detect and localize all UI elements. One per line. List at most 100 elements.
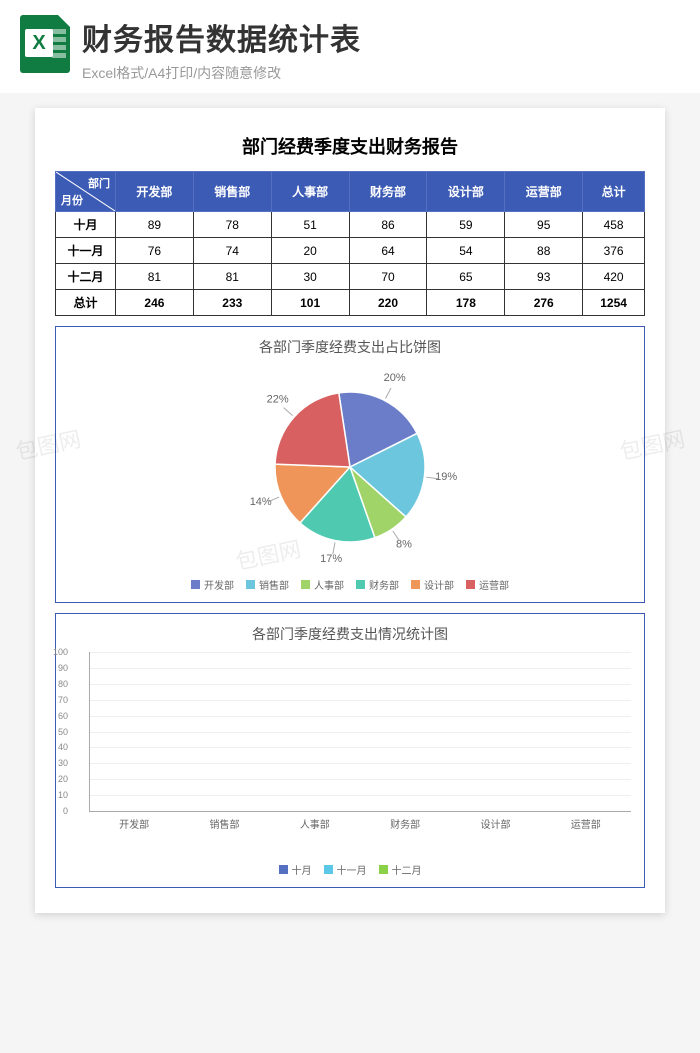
legend-label: 十二月	[392, 862, 422, 877]
table-row: 总计2462331012201782761254	[56, 290, 645, 316]
y-tick: 70	[58, 695, 68, 705]
pie-chart: 20%19%8%17%14%22%	[220, 367, 480, 567]
legend-item: 开发部	[191, 577, 234, 592]
table-row: 十二月818130706593420	[56, 264, 645, 290]
bar-legend: 十月 十一月 十二月	[64, 862, 636, 877]
cell: 89	[116, 212, 194, 238]
legend-label: 运营部	[479, 577, 509, 592]
col-header: 运营部	[505, 172, 583, 212]
cell: 81	[116, 264, 194, 290]
document-page: 部门经费季度支出财务报告 部门 月份 开发部 销售部 人事部 财务部 设计部 运…	[35, 108, 665, 913]
cell: 70	[349, 264, 427, 290]
x-label: 销售部	[179, 816, 269, 831]
cell: 95	[505, 212, 583, 238]
col-header: 财务部	[349, 172, 427, 212]
pie-legend: 开发部 销售部 人事部 财务部 设计部 运营部	[64, 577, 636, 592]
legend-label: 十月	[292, 862, 312, 877]
x-label: 设计部	[450, 816, 540, 831]
y-tick: 60	[58, 711, 68, 721]
legend-swatch	[379, 865, 388, 874]
cell: 81	[193, 264, 271, 290]
cell: 54	[427, 238, 505, 264]
row-header: 总计	[56, 290, 116, 316]
cell: 1254	[583, 290, 645, 316]
cell: 458	[583, 212, 645, 238]
cell: 88	[505, 238, 583, 264]
table-row: 十一月767420645488376	[56, 238, 645, 264]
y-tick: 90	[58, 663, 68, 673]
data-table: 部门 月份 开发部 销售部 人事部 财务部 设计部 运营部 总计 十月89785…	[55, 171, 645, 316]
cell: 30	[271, 264, 349, 290]
cell: 101	[271, 290, 349, 316]
legend-swatch	[301, 580, 310, 589]
legend-swatch	[246, 580, 255, 589]
template-subtitle: Excel格式/A4打印/内容随意修改	[82, 63, 361, 83]
pie-label: 19%	[435, 471, 457, 483]
legend-item: 财务部	[356, 577, 399, 592]
x-label: 人事部	[270, 816, 360, 831]
legend-label: 人事部	[314, 577, 344, 592]
row-header: 十月	[56, 212, 116, 238]
x-label: 财务部	[360, 816, 450, 831]
pie-chart-box: 各部门季度经费支出占比饼图 20%19%8%17%14%22% 开发部销售部人事…	[55, 326, 645, 603]
y-tick: 80	[58, 679, 68, 689]
legend-label: 设计部	[424, 577, 454, 592]
cell: 178	[427, 290, 505, 316]
col-header: 人事部	[271, 172, 349, 212]
cell: 86	[349, 212, 427, 238]
cell: 76	[116, 238, 194, 264]
template-title: 财务报告数据统计表	[82, 15, 361, 59]
legend-item: 人事部	[301, 577, 344, 592]
cell: 78	[193, 212, 271, 238]
report-title: 部门经费季度支出财务报告	[55, 133, 645, 159]
pie-label: 20%	[384, 372, 406, 384]
table-corner-cell: 部门 月份	[56, 172, 116, 212]
x-label: 运营部	[541, 816, 631, 831]
legend-label: 财务部	[369, 577, 399, 592]
cell: 276	[505, 290, 583, 316]
table-row: 十月897851865995458	[56, 212, 645, 238]
col-header: 总计	[583, 172, 645, 212]
pie-label: 17%	[320, 553, 342, 565]
row-header: 十二月	[56, 264, 116, 290]
legend-item: 设计部	[411, 577, 454, 592]
x-label: 开发部	[89, 816, 179, 831]
cell: 51	[271, 212, 349, 238]
cell: 59	[427, 212, 505, 238]
bar-chart-box: 各部门季度经费支出情况统计图 0102030405060708090100 开发…	[55, 613, 645, 888]
cell: 420	[583, 264, 645, 290]
bar-chart: 0102030405060708090100	[89, 652, 631, 812]
pie-label: 8%	[396, 539, 412, 551]
legend-swatch	[466, 580, 475, 589]
excel-icon: X	[20, 15, 70, 73]
legend-label: 十一月	[337, 862, 367, 877]
corner-dept-label: 部门	[88, 175, 110, 191]
cell: 20	[271, 238, 349, 264]
corner-month-label: 月份	[61, 192, 83, 208]
col-header: 销售部	[193, 172, 271, 212]
legend-label: 开发部	[204, 577, 234, 592]
bar-chart-title: 各部门季度经费支出情况统计图	[64, 624, 636, 644]
y-tick: 30	[58, 758, 68, 768]
y-tick: 100	[53, 647, 68, 657]
col-header: 开发部	[116, 172, 194, 212]
legend-swatch	[324, 865, 333, 874]
cell: 220	[349, 290, 427, 316]
cell: 74	[193, 238, 271, 264]
cell: 233	[193, 290, 271, 316]
legend-item: 销售部	[246, 577, 289, 592]
y-tick: 10	[58, 790, 68, 800]
legend-label: 销售部	[259, 577, 289, 592]
legend-swatch	[279, 865, 288, 874]
y-tick: 50	[58, 727, 68, 737]
legend-item: 十月	[279, 862, 312, 877]
legend-item: 运营部	[466, 577, 509, 592]
legend-item: 十二月	[379, 862, 422, 877]
legend-swatch	[356, 580, 365, 589]
cell: 64	[349, 238, 427, 264]
row-header: 十一月	[56, 238, 116, 264]
col-header: 设计部	[427, 172, 505, 212]
cell: 93	[505, 264, 583, 290]
legend-swatch	[191, 580, 200, 589]
cell: 246	[116, 290, 194, 316]
